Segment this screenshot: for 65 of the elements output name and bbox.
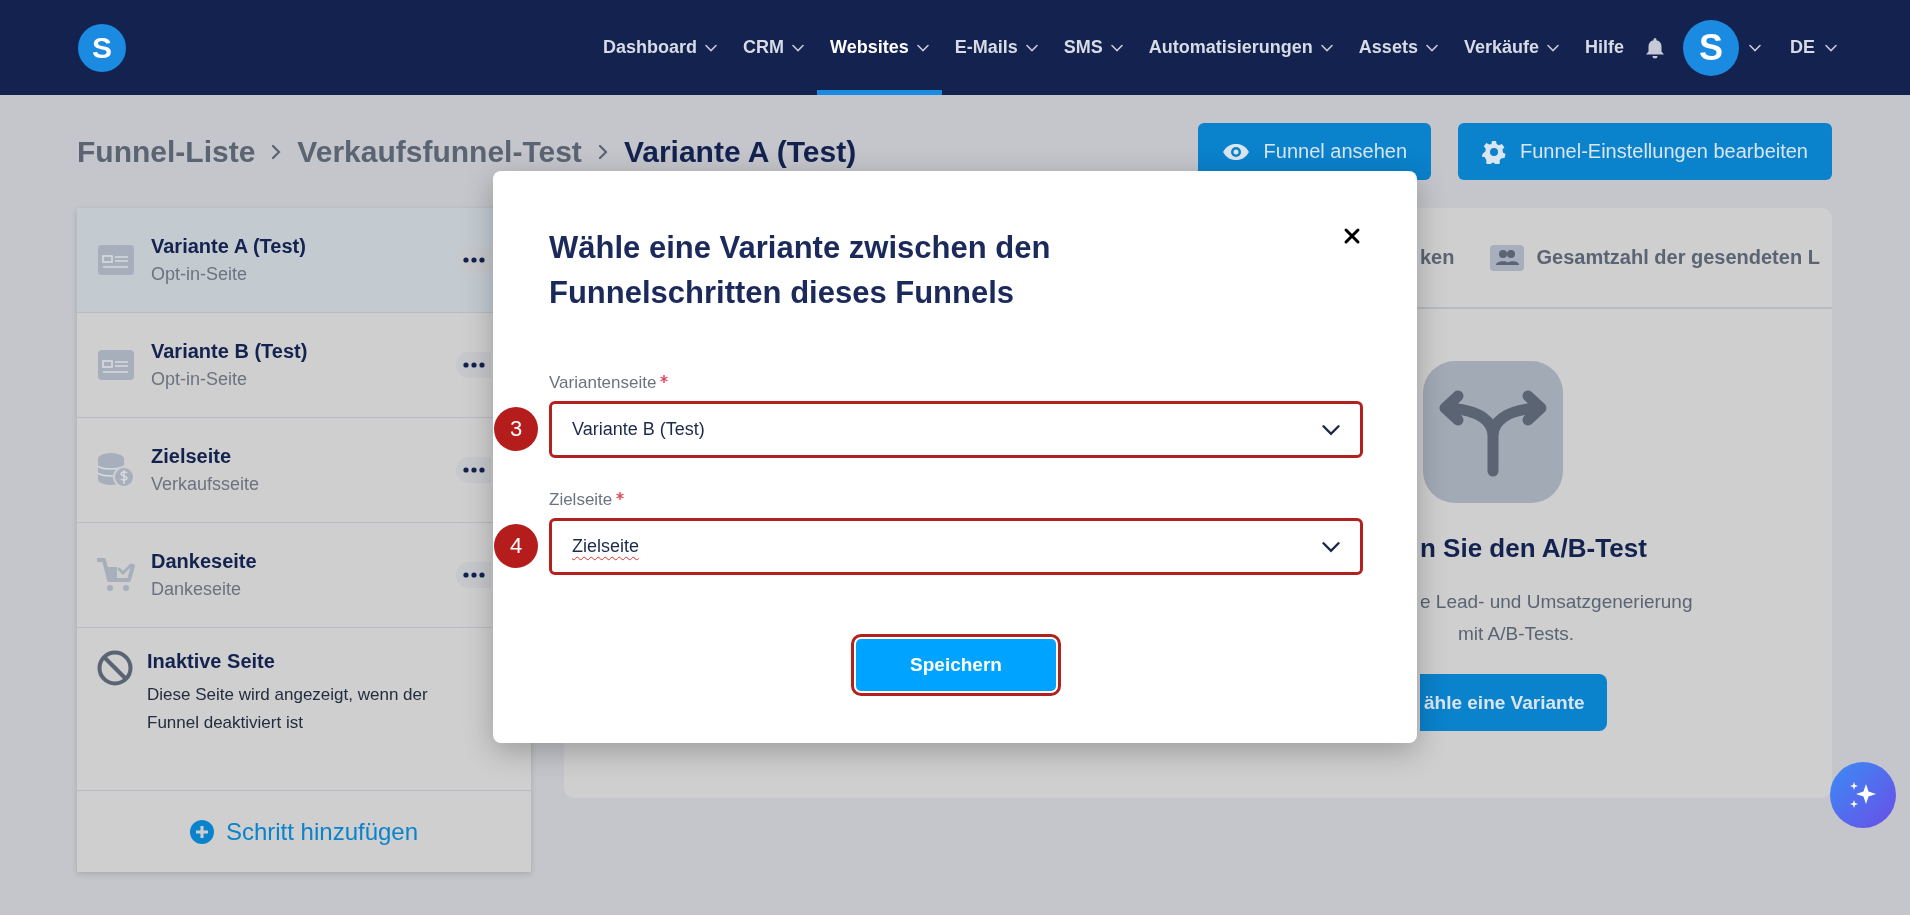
plus-circle-icon [189,819,214,844]
chevron-right-icon [271,143,282,160]
step-type: Opt-in-Seite [151,264,249,285]
nav-menu-item[interactable]: CRM [730,0,818,95]
bell-icon[interactable] [1645,36,1665,59]
chevron-down-icon [1322,540,1340,553]
app-logo[interactable]: S [78,23,126,72]
more-dots-icon [462,572,485,578]
dialog-title: Wähle eine Variante zwischen den Funnelschritten dieses Funnels [549,229,1052,312]
field-label: Zielseite [549,490,613,510]
step-title: Zielseite [151,445,233,468]
people-icon [1490,244,1525,271]
funnel-step[interactable]: Dankeseite Dankeseite [77,523,491,627]
chevron-down-icon [1749,43,1761,52]
more-options-button[interactable] [456,562,491,588]
nav-menu-item[interactable]: Assets [1345,0,1451,95]
funnel-step[interactable]: Zielseite Verkaufsseite [77,418,491,522]
more-options-button[interactable] [456,457,491,483]
more-dots-icon [462,362,485,368]
chevron-down-icon [1825,43,1837,52]
ab-test-description: e Lead- und Umsatzgenerierung mit A/B-Tests. [1420,590,1694,646]
ban-icon [97,650,133,686]
stats-tab[interactable]: ken [1420,246,1455,269]
select-field[interactable]: Variante B (Test) [549,401,1363,458]
step-title: Variante B (Test) [151,340,308,363]
gear-icon [1482,139,1506,164]
more-dots-icon [462,257,485,263]
nav-menu-item[interactable]: Hilfe [1571,0,1637,95]
select-field[interactable]: Zielseite [549,518,1363,575]
chevron-down-icon [1322,423,1340,436]
language-selector[interactable]: DE [1777,0,1850,95]
nav-menu-item[interactable]: SMS [1050,0,1136,95]
step-type: Dankeseite [151,579,243,600]
funnel-step[interactable]: Variante B (Test) Opt-in-Seite [77,313,491,417]
breadcrumb-item: Variante A (Test) [623,134,857,169]
field-label: Variantenseite [549,373,657,393]
page-card-icon [97,350,135,380]
page-card-icon [97,245,135,275]
breadcrumb-item[interactable]: Funnel-Liste [77,134,256,169]
step-title: Variante A (Test) [151,235,306,258]
ab-test-heading: n Sie den A/B-Test [1420,533,1648,564]
step-type: Opt-in-Seite [151,369,249,390]
more-dots-icon [462,467,485,473]
split-arrows-icon [1423,361,1563,503]
step-title: Dankeseite [151,550,257,573]
stats-tab[interactable]: Gesamtzahl der gesendeten L [1490,244,1820,271]
chevron-right-icon [597,143,608,160]
close-icon[interactable] [1343,227,1361,245]
more-options-button[interactable] [456,247,491,273]
user-avatar[interactable]: S [1683,19,1739,76]
step-marker-badge: 3 [494,407,538,451]
eye-icon [1221,142,1250,161]
nav-menu-item[interactable]: Verkäufe [1450,0,1572,95]
inactive-page-title: Inaktive Seite [147,650,276,673]
nav-menu-item[interactable]: E-Mails [941,0,1051,95]
nav-menu-item[interactable]: Websites [817,0,942,95]
nav-menu-item[interactable]: Automatisierungen [1135,0,1346,95]
more-options-button[interactable] [456,352,491,378]
inactive-page-description: Diese Seite wird angezeigt, wenn der Funnel deaktiviert ist [147,684,429,734]
nav-menu-item[interactable]: Dashboard [590,0,731,95]
step-marker-badge: 4 [494,524,538,568]
coins-dollar-icon [97,452,135,488]
cart-check-icon [97,557,135,593]
breadcrumb-item[interactable]: Verkaufsfunnel-Test [297,134,582,169]
step-type: Verkaufsseite [151,474,260,495]
